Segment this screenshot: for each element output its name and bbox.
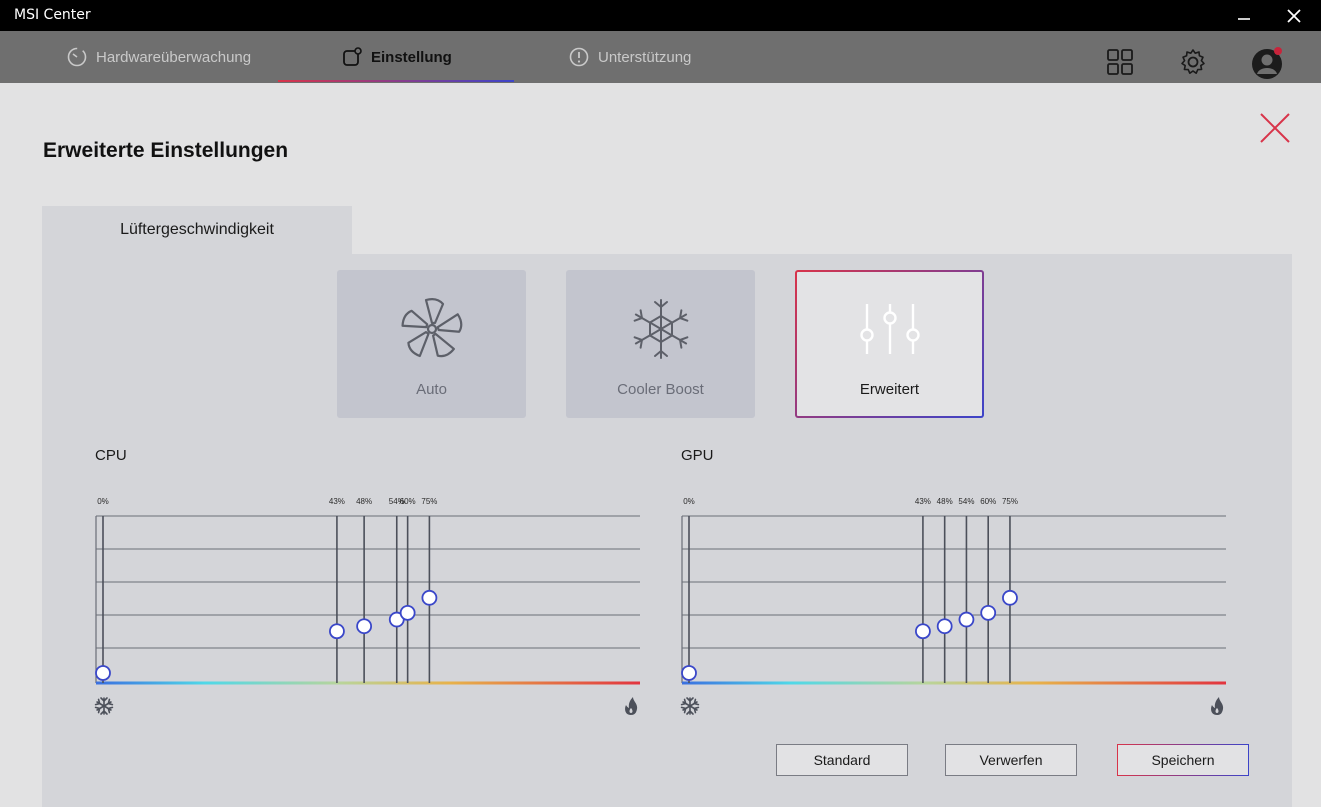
gauge-icon: [66, 46, 88, 68]
grid-button[interactable]: [1105, 47, 1135, 77]
temperature-tick-label: 60%: [980, 497, 996, 506]
curve-point-handle[interactable]: [356, 618, 373, 635]
snowflake-icon: [94, 697, 114, 715]
curve-point-handle[interactable]: [681, 665, 697, 681]
tab-label: Unterstützung: [598, 48, 692, 66]
discard-button[interactable]: Verwerfen: [945, 744, 1077, 776]
grid-icon: [1107, 49, 1133, 75]
curve-point-handle[interactable]: [1002, 589, 1018, 606]
temperature-tick-label: 48%: [356, 497, 372, 506]
mode-advanced[interactable]: Erweitert: [795, 270, 984, 418]
fan-icon: [337, 296, 526, 362]
cpu-chart-label: CPU: [95, 447, 127, 464]
dialog-title: Erweiterte Einstellungen: [43, 139, 289, 162]
curve-point-handle[interactable]: [95, 665, 111, 681]
curve-point-handle[interactable]: [399, 604, 416, 621]
mode-auto[interactable]: Auto: [337, 270, 526, 418]
temperature-tick-label: 48%: [937, 497, 953, 506]
gpu-fan-curve-chart[interactable]: 0% 43% 48% 54% 60% 75%: [672, 488, 1242, 718]
avatar[interactable]: [1250, 46, 1284, 80]
mode-label: Erweitert: [859, 381, 920, 398]
mode-label: Cooler Boost: [617, 381, 704, 398]
sliders-icon: [797, 296, 982, 362]
temperature-tick-label: 75%: [1002, 497, 1018, 506]
curve-point-handle[interactable]: [421, 589, 438, 606]
gear-icon: [1181, 49, 1205, 74]
tab-settings[interactable]: Einstellung: [341, 31, 452, 83]
settings-square-icon: [341, 46, 363, 68]
save-button[interactable]: Speichern: [1117, 744, 1249, 776]
temperature-tick-label: 0%: [97, 497, 109, 506]
tab-support[interactable]: Unterstützung: [568, 31, 691, 83]
gpu-chart-label: GPU: [681, 447, 714, 464]
tab-fan-speed[interactable]: Lüftergeschwindigkeit: [42, 206, 352, 254]
tab-label: Lüftergeschwindigkeit: [120, 221, 274, 238]
curve-point-handle[interactable]: [915, 623, 931, 640]
minimize-button[interactable]: [1220, 0, 1268, 31]
tab-label: Einstellung: [371, 48, 452, 66]
window-title: MSI Center: [14, 7, 91, 23]
cpu-fan-curve-chart[interactable]: 0% 43% 48% 54%60% 75%: [86, 488, 656, 718]
temperature-tick-label: 43%: [329, 497, 345, 506]
alert-circle-icon: [568, 46, 590, 68]
curve-point-handle[interactable]: [958, 611, 975, 628]
close-window-button[interactable]: [1270, 0, 1318, 31]
temperature-gradient-bar: [682, 681, 1226, 685]
standard-button[interactable]: Standard: [776, 744, 908, 776]
snowflake-icon: [680, 697, 700, 715]
title-bar: MSI Center: [0, 0, 1321, 31]
curve-point-handle[interactable]: [936, 618, 953, 635]
temperature-tick-label: 75%: [421, 497, 437, 506]
tab-hardware-monitoring[interactable]: Hardwareüberwachung: [66, 31, 251, 83]
mode-cooler-boost[interactable]: Cooler Boost: [566, 270, 755, 418]
user-avatar-icon: [1252, 47, 1282, 79]
curve-point-handle[interactable]: [980, 604, 997, 621]
flame-icon: [625, 697, 638, 715]
temperature-tick-label: 54%: [958, 497, 974, 506]
dialog-close-button[interactable]: [1258, 111, 1292, 145]
app-settings-button[interactable]: [1178, 47, 1208, 77]
close-icon: [1260, 113, 1290, 143]
tab-label: Hardwareüberwachung: [96, 48, 252, 66]
advanced-settings-dialog: Erweiterte Einstellungen Lüftergeschwind…: [0, 83, 1321, 807]
temperature-tick-label: 0%: [683, 497, 695, 506]
active-tab-indicator: [278, 80, 514, 82]
snowflake-icon: [566, 296, 755, 362]
flame-icon: [1211, 697, 1224, 715]
temperature-gradient-bar: [96, 681, 640, 685]
temperature-tick-label: 60%: [400, 497, 416, 506]
curve-point-handle[interactable]: [329, 623, 345, 640]
close-icon: [1287, 8, 1301, 23]
fan-speed-panel: Auto Cooler Boost Erweitert CPU GPU 0% 4…: [42, 254, 1292, 807]
minimize-icon: [1238, 17, 1250, 20]
temperature-tick-label: 43%: [915, 497, 931, 506]
mode-label: Auto: [416, 381, 447, 398]
